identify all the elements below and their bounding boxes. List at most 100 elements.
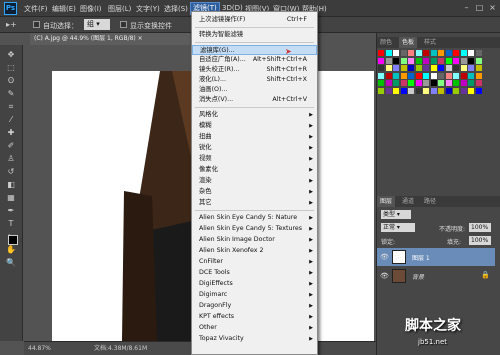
color-swatch[interactable] bbox=[453, 65, 459, 71]
color-swatch[interactable] bbox=[378, 50, 384, 56]
close-icon[interactable]: × bbox=[487, 3, 498, 13]
color-swatch[interactable] bbox=[453, 87, 459, 94]
filter-menu-item[interactable]: Digimarc ▶ bbox=[192, 290, 317, 300]
filter-menu-item[interactable]: 渲染 ▶ bbox=[192, 176, 317, 186]
tab-channels[interactable]: 通道 bbox=[399, 196, 417, 207]
marquee-tool-icon[interactable]: ⬚ bbox=[4, 62, 18, 73]
color-swatch[interactable] bbox=[393, 65, 399, 71]
menu-image[interactable]: 图像(I) bbox=[80, 4, 102, 14]
color-swatch[interactable] bbox=[385, 65, 392, 71]
filter-menu-item[interactable]: CnFilter ▶ bbox=[192, 257, 317, 267]
type-tool-icon[interactable]: T bbox=[4, 218, 18, 229]
color-swatch[interactable] bbox=[408, 87, 414, 94]
color-swatch[interactable] bbox=[415, 72, 422, 79]
filter-menu-item[interactable]: DragonFly ▶ bbox=[192, 301, 317, 311]
filter-menu-item[interactable]: Topaz Vivacity ▶ bbox=[192, 334, 317, 344]
menu-edit[interactable]: 编辑(E) bbox=[52, 4, 76, 14]
show-transform-checkbox[interactable] bbox=[120, 21, 127, 28]
filter-menu-item[interactable]: 其它 ▶ bbox=[192, 198, 317, 208]
color-swatch[interactable] bbox=[415, 57, 422, 64]
eraser-tool-icon[interactable]: ◧ bbox=[4, 179, 18, 190]
color-swatch[interactable] bbox=[378, 65, 384, 71]
fill-input[interactable]: 100% bbox=[469, 236, 491, 245]
color-swatch[interactable] bbox=[460, 80, 467, 86]
color-swatch[interactable] bbox=[400, 87, 407, 94]
filter-menu-item[interactable]: Other ▶ bbox=[192, 323, 317, 333]
color-swatch[interactable] bbox=[453, 50, 459, 56]
layer-row[interactable]: 👁 背景 🔒 bbox=[377, 267, 495, 285]
color-swatch[interactable] bbox=[385, 80, 392, 86]
crop-tool-icon[interactable]: ⌗ bbox=[4, 101, 18, 112]
color-swatch[interactable] bbox=[378, 80, 384, 86]
visibility-icon[interactable]: 👁 bbox=[380, 253, 389, 261]
menu-type[interactable]: 文字(Y) bbox=[136, 4, 160, 14]
color-swatch[interactable] bbox=[430, 57, 437, 64]
lasso-tool-icon[interactable]: ʘ bbox=[4, 75, 18, 86]
move-tool-icon[interactable]: ✥ bbox=[4, 49, 18, 60]
filter-menu-item[interactable]: 液化(L)... Shift+Ctrl+X bbox=[192, 75, 317, 85]
auto-select-dropdown[interactable]: 组 ▾ bbox=[84, 19, 110, 30]
color-swatch[interactable] bbox=[430, 65, 437, 71]
color-swatch[interactable] bbox=[415, 87, 422, 94]
maximize-icon[interactable]: □ bbox=[474, 3, 485, 13]
filter-menu-item[interactable]: 消失点(V)... Alt+Ctrl+V bbox=[192, 95, 317, 105]
color-swatch[interactable] bbox=[393, 80, 399, 86]
color-swatch[interactable] bbox=[430, 80, 437, 86]
color-swatch[interactable] bbox=[408, 50, 414, 56]
color-swatch[interactable] bbox=[430, 50, 437, 56]
color-swatch[interactable] bbox=[385, 72, 392, 79]
color-swatch[interactable] bbox=[460, 65, 467, 71]
tab-paths[interactable]: 路径 bbox=[421, 196, 439, 207]
color-swatch[interactable] bbox=[445, 80, 452, 86]
color-swatch[interactable] bbox=[408, 57, 414, 64]
color-swatch[interactable] bbox=[438, 72, 444, 79]
color-swatch[interactable] bbox=[468, 87, 474, 94]
color-swatch[interactable] bbox=[468, 72, 474, 79]
color-swatch[interactable] bbox=[378, 57, 384, 64]
color-swatch[interactable] bbox=[423, 50, 429, 56]
color-swatch[interactable] bbox=[393, 57, 399, 64]
filter-menu-item[interactable]: Alien Skin Eye Candy 5: Nature ▶ bbox=[192, 213, 317, 223]
color-swatch[interactable] bbox=[445, 87, 452, 94]
layer-kind-filter[interactable]: 类型 ▾ bbox=[381, 210, 411, 219]
minimize-icon[interactable]: – bbox=[461, 3, 472, 13]
filter-menu-item[interactable]: 锐化 ▶ bbox=[192, 143, 317, 153]
layer-row[interactable]: 👁 图层 1 bbox=[377, 248, 495, 266]
color-swatch[interactable] bbox=[438, 65, 444, 71]
menu-file[interactable]: 文件(F) bbox=[24, 4, 48, 14]
auto-select-checkbox[interactable] bbox=[33, 21, 40, 28]
filter-menu-item[interactable]: Alien Skin Image Doctor ▶ bbox=[192, 235, 317, 245]
color-swatch[interactable] bbox=[475, 80, 482, 86]
color-swatch[interactable] bbox=[475, 72, 482, 79]
color-swatch[interactable] bbox=[430, 87, 437, 94]
filter-menu-item[interactable]: DCE Tools ▶ bbox=[192, 268, 317, 278]
color-swatch[interactable] bbox=[400, 65, 407, 71]
color-swatch[interactable] bbox=[423, 80, 429, 86]
color-swatch[interactable] bbox=[423, 87, 429, 94]
filter-menu-item[interactable]: 自适应广角(A)... Alt+Shift+Ctrl+A bbox=[192, 55, 317, 65]
color-swatch[interactable] bbox=[468, 80, 474, 86]
color-swatch[interactable] bbox=[415, 50, 422, 56]
layer-name[interactable]: 图层 1 bbox=[412, 253, 430, 262]
color-swatch[interactable] bbox=[438, 57, 444, 64]
tab-swatches[interactable]: 色板 bbox=[399, 37, 418, 48]
color-swatch[interactable] bbox=[460, 87, 467, 94]
filter-menu-item[interactable]: 风格化 ▶ bbox=[192, 110, 317, 120]
blend-mode-dropdown[interactable]: 正常 ▾ bbox=[381, 223, 415, 232]
filter-menu-item[interactable]: 滤镜库(G)... ➤ bbox=[192, 45, 317, 56]
filter-menu-item[interactable]: 油画(O)... bbox=[192, 85, 317, 95]
color-swatch[interactable] bbox=[453, 80, 459, 86]
stamp-tool-icon[interactable]: ♙ bbox=[4, 153, 18, 164]
color-swatch[interactable] bbox=[475, 57, 482, 64]
color-swatch[interactable] bbox=[400, 57, 407, 64]
color-swatch[interactable] bbox=[385, 57, 392, 64]
color-swatch[interactable] bbox=[378, 72, 384, 79]
filter-menu-item[interactable]: 镜头校正(R)... Shift+Ctrl+R bbox=[192, 65, 317, 75]
filter-menu-item[interactable]: 视频 ▶ bbox=[192, 154, 317, 164]
brush-tool-icon[interactable]: ✐ bbox=[4, 140, 18, 151]
filter-menu-item[interactable]: 扭曲 ▶ bbox=[192, 132, 317, 142]
color-swatch[interactable] bbox=[423, 65, 429, 71]
color-swatch[interactable] bbox=[423, 57, 429, 64]
color-swatch[interactable] bbox=[378, 87, 384, 94]
filter-menu-item[interactable]: 杂色 ▶ bbox=[192, 187, 317, 197]
